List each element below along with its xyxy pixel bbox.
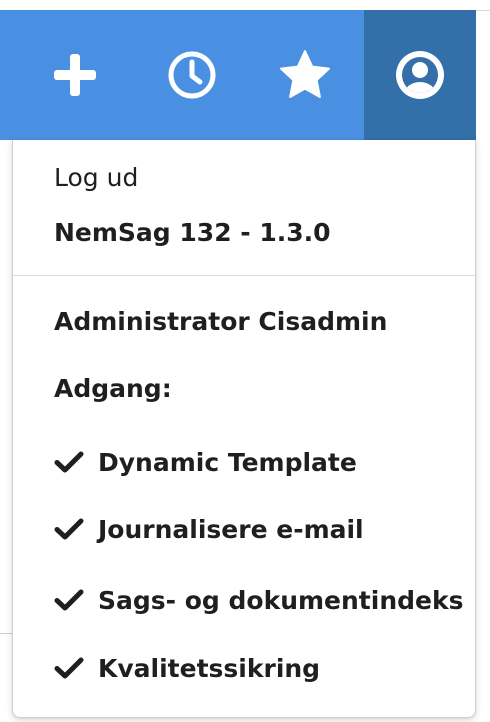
- plus-icon: [54, 54, 96, 96]
- access-heading: Adgang:: [54, 374, 172, 403]
- user-menu-button[interactable]: [364, 10, 476, 140]
- create-new-button[interactable]: [20, 10, 130, 140]
- app-version: NemSag 132 - 1.3.0: [54, 218, 331, 247]
- page-edge-line: [0, 633, 12, 634]
- logout-link[interactable]: Log ud: [54, 163, 138, 192]
- check-icon: [54, 589, 84, 611]
- permission-item: Journalisere e-mail: [54, 509, 364, 549]
- permission-item: Sags- og dokumentindeks: [54, 580, 463, 620]
- user-dropdown-menu: Log ud NemSag 132 - 1.3.0 Administrator …: [12, 140, 477, 718]
- clock-icon: [168, 51, 216, 99]
- check-icon: [54, 451, 84, 473]
- permission-label: Dynamic Template: [98, 447, 357, 477]
- permission-item: Kvalitetssikring: [54, 648, 320, 688]
- check-icon: [54, 518, 84, 540]
- check-icon: [54, 657, 84, 679]
- permission-label: Journalisere e-mail: [98, 514, 364, 544]
- permission-item: Dynamic Template: [54, 442, 357, 482]
- top-toolbar: [0, 10, 476, 140]
- user-name: Administrator Cisadmin: [54, 307, 388, 336]
- favorites-button[interactable]: [250, 10, 360, 140]
- permission-label: Sags- og dokumentindeks: [98, 585, 464, 615]
- history-button[interactable]: [137, 10, 247, 140]
- star-icon: [280, 50, 330, 98]
- menu-divider: [13, 275, 477, 276]
- user-circle-icon: [396, 51, 444, 99]
- permission-label: Kvalitetssikring: [98, 653, 321, 683]
